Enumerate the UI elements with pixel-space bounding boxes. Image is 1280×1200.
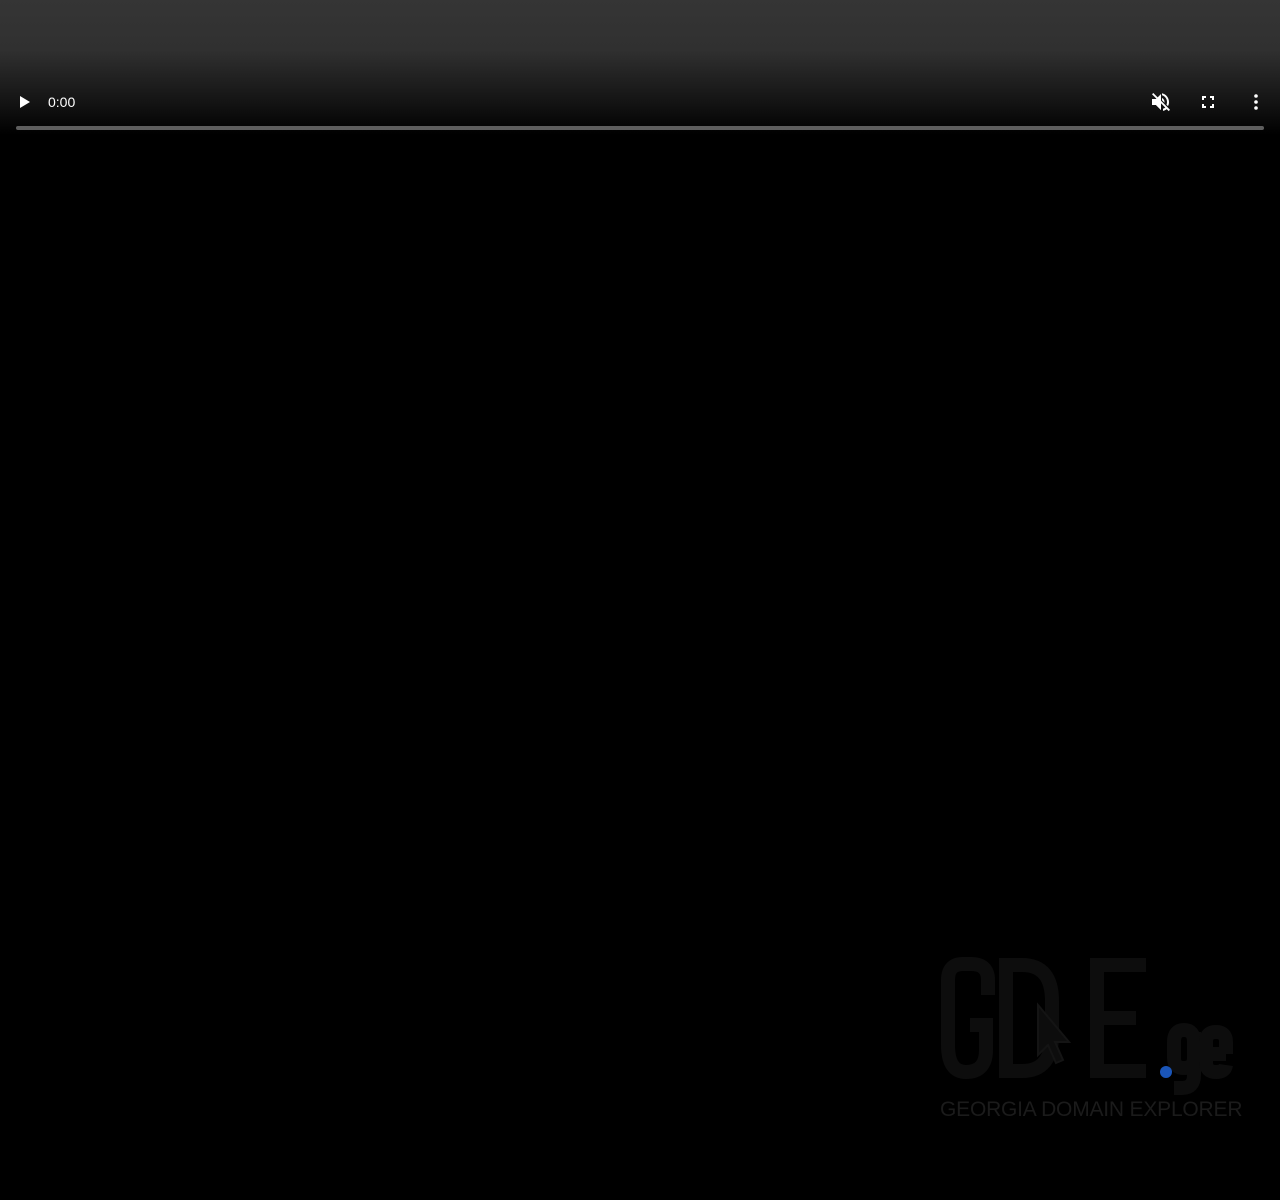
gde-logo-watermark: GEORGIA DOMAIN EXPLORER [936,950,1243,1125]
play-icon [20,96,30,108]
video-controls-bar: 0:00 [0,0,1280,140]
video-player[interactable]: 0:00 GEORGIA DOMAIN EXPLORER [0,0,1280,1200]
more-options-button[interactable] [1244,90,1268,114]
play-button[interactable] [12,90,38,114]
timeline-slider[interactable] [16,126,1264,130]
mute-button[interactable] [1148,90,1172,114]
more-vertical-icon [1254,94,1258,110]
logo-subtitle: GEORGIA DOMAIN EXPLORER [940,1098,1243,1121]
logo-dot [1160,1066,1172,1078]
fullscreen-icon [1202,96,1214,108]
fullscreen-button[interactable] [1196,90,1220,114]
volume-muted-icon [1152,93,1170,112]
gde-logo [941,957,1233,1095]
current-time: 0:00 [48,94,76,110]
